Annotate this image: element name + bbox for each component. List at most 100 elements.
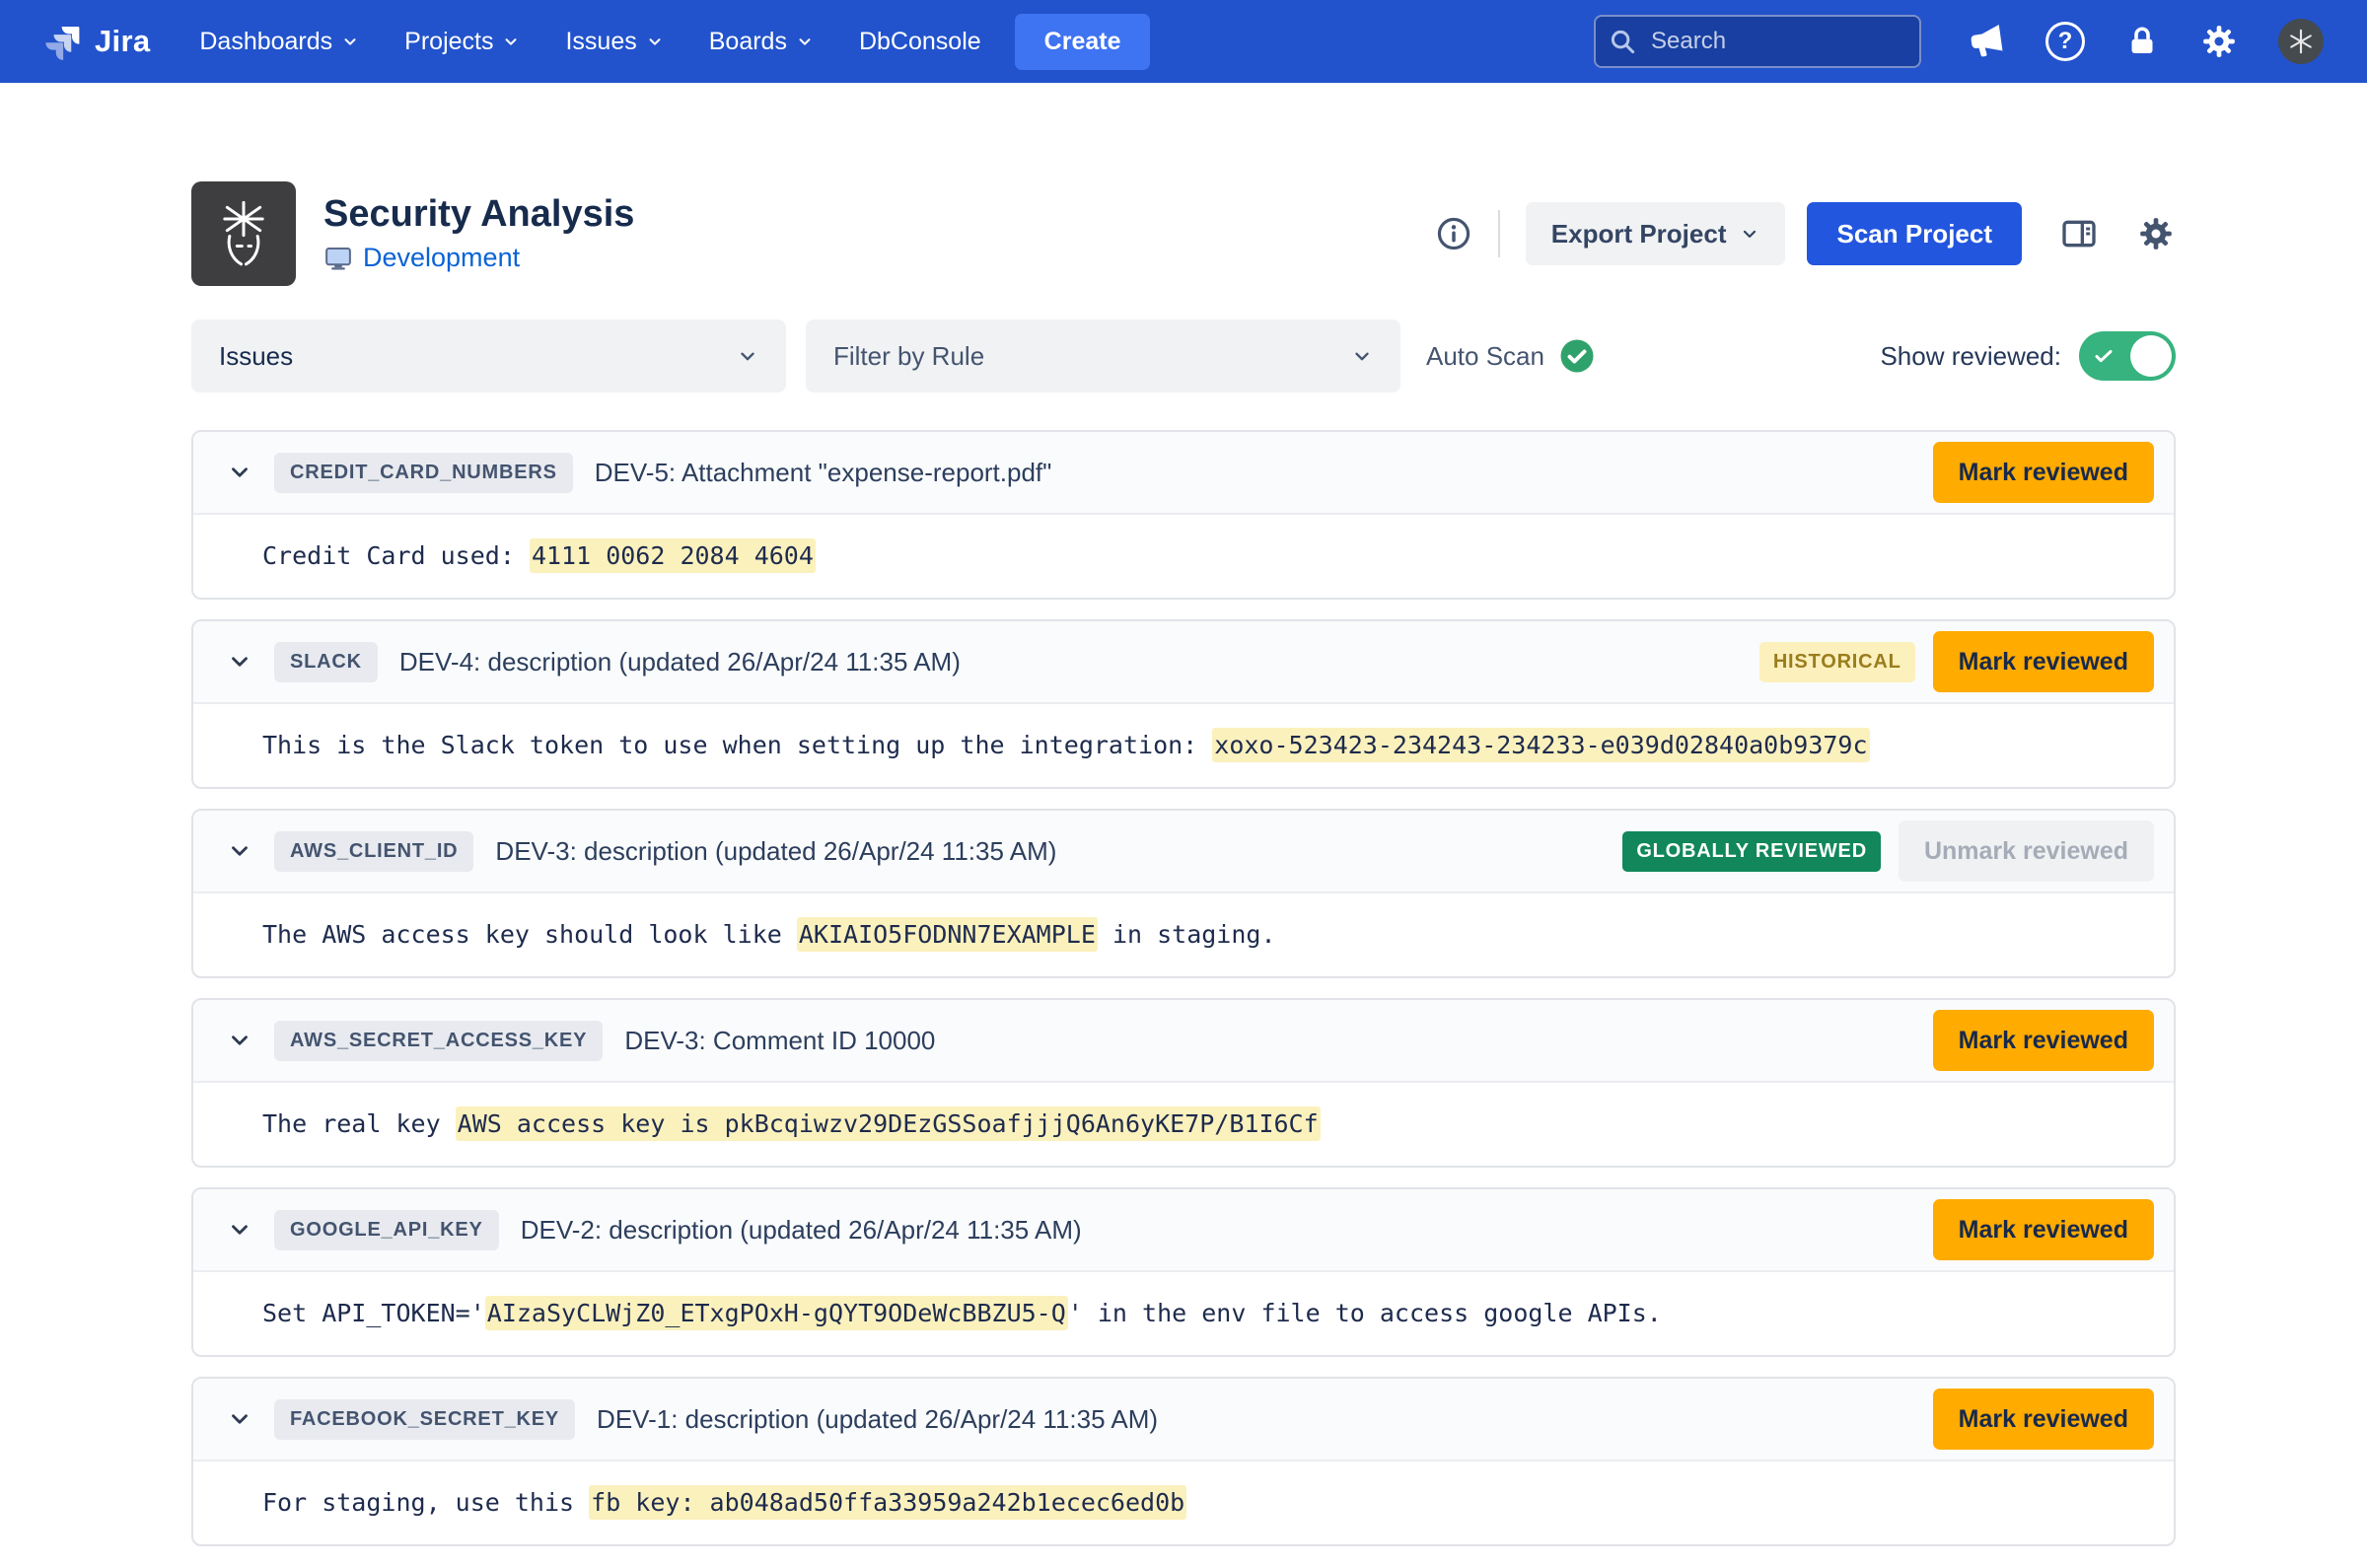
finding-card: CREDIT_CARD_NUMBERS DEV-5: Attachment "e… <box>191 430 2176 600</box>
nav-item-projects[interactable]: Projects <box>404 28 520 56</box>
finding-secret: xoxo-523423-234243-234233-e039d02840a0b9… <box>1212 728 1869 762</box>
chevron-down-icon <box>737 345 758 367</box>
finding-header: AWS_SECRET_ACCESS_KEY DEV-3: Comment ID … <box>193 1000 2174 1083</box>
rule-filter-select[interactable]: Filter by Rule <box>806 320 1400 392</box>
jira-mark-icon <box>43 22 83 61</box>
issues-select[interactable]: Issues <box>191 320 786 392</box>
finding-actions: HISTORICAL Mark reviewed <box>1759 631 2154 692</box>
finding-title: DEV-1: description (updated 26/Apr/24 11… <box>597 1404 1158 1435</box>
finding-secret: AKIAIO5FODNN7EXAMPLE <box>797 917 1098 952</box>
finding-title: DEV-4: description (updated 26/Apr/24 11… <box>399 647 961 677</box>
rule-badge: AWS_SECRET_ACCESS_KEY <box>274 1021 603 1061</box>
auto-scan-label: Auto Scan <box>1426 341 1544 372</box>
announcements-icon[interactable] <box>1967 22 2006 61</box>
finding-body: The AWS access key should look like AKIA… <box>193 893 2174 976</box>
chevron-down-icon <box>1740 224 1759 244</box>
create-button[interactable]: Create <box>1015 14 1151 70</box>
finding-text-pre: Set API_TOKEN=' <box>262 1299 485 1327</box>
finding-body: For staging, use this fb key: ab048ad50f… <box>193 1461 2174 1544</box>
collapse-chevron-icon[interactable] <box>227 838 252 864</box>
finding-actions: Mark reviewed <box>1933 1389 2154 1450</box>
chevron-down-icon <box>502 33 520 50</box>
finding-secret: fb key: ab048ad50ffa33959a242b1ecec6ed0b <box>589 1485 1186 1520</box>
app-avatar-art-icon <box>204 194 283 273</box>
finding-secret: AWS access key is pkBcqiwzv29DEzGSSoafjj… <box>456 1106 1321 1141</box>
settings-gear-icon[interactable] <box>2199 22 2239 61</box>
chevron-down-icon <box>646 33 664 50</box>
search-box <box>1594 15 1921 68</box>
chevron-down-icon <box>796 33 814 50</box>
unmark-reviewed-button[interactable]: Unmark reviewed <box>1899 820 2154 882</box>
nav-item-label: Issues <box>565 28 636 56</box>
main-content: Security Analysis Development <box>191 83 2176 1568</box>
finding-actions: Mark reviewed <box>1933 1010 2154 1071</box>
nav-item-label: Dashboards <box>199 28 332 56</box>
top-nav: Jira Dashboards Projects Issues Boards D… <box>0 0 2367 83</box>
user-avatar[interactable] <box>2278 19 2324 64</box>
mark-reviewed-button[interactable]: Mark reviewed <box>1933 1199 2154 1260</box>
findings-list: CREDIT_CARD_NUMBERS DEV-5: Attachment "e… <box>191 430 2176 1568</box>
mark-reviewed-button[interactable]: Mark reviewed <box>1933 1389 2154 1450</box>
finding-header: FACEBOOK_SECRET_KEY DEV-1: description (… <box>193 1379 2174 1461</box>
mark-reviewed-button[interactable]: Mark reviewed <box>1933 1010 2154 1071</box>
nav-menu: Dashboards Projects Issues Boards DbCons… <box>199 28 980 56</box>
auto-scan-status: Auto Scan <box>1426 338 1595 374</box>
historical-badge: HISTORICAL <box>1759 642 1915 682</box>
page-header: Security Analysis Development <box>191 181 2176 286</box>
rule-badge: FACEBOOK_SECRET_KEY <box>274 1399 575 1440</box>
nav-item-issues[interactable]: Issues <box>565 28 663 56</box>
nav-item-label: Boards <box>709 28 787 56</box>
collapse-chevron-icon[interactable] <box>227 460 252 485</box>
detail-view-icon[interactable] <box>2059 214 2099 253</box>
toggle-check-icon <box>2092 344 2116 368</box>
header-actions: Export Project Scan Project <box>1435 202 2176 265</box>
rule-badge: SLACK <box>274 642 378 682</box>
collapse-chevron-icon[interactable] <box>227 649 252 675</box>
help-icon[interactable]: ? <box>2045 22 2085 61</box>
jira-logo[interactable]: Jira <box>43 22 150 61</box>
mark-reviewed-button[interactable]: Mark reviewed <box>1933 442 2154 503</box>
mark-reviewed-button[interactable]: Mark reviewed <box>1933 631 2154 692</box>
project-line: Development <box>323 243 634 273</box>
chevron-down-icon <box>341 33 359 50</box>
lock-icon[interactable] <box>2124 24 2160 59</box>
search-input[interactable] <box>1594 15 1921 68</box>
finding-body: The real key AWS access key is pkBcqiwzv… <box>193 1083 2174 1166</box>
finding-actions: Mark reviewed <box>1933 1199 2154 1260</box>
rule-badge: AWS_CLIENT_ID <box>274 831 473 872</box>
finding-title: DEV-2: description (updated 26/Apr/24 11… <box>521 1215 1082 1246</box>
finding-card: SLACK DEV-4: description (updated 26/Apr… <box>191 619 2176 789</box>
app-avatar <box>191 181 296 286</box>
finding-title: DEV-3: Comment ID 10000 <box>624 1026 935 1056</box>
finding-secret: 4111 0062 2084 4604 <box>530 538 816 573</box>
issues-select-value: Issues <box>219 341 293 372</box>
collapse-chevron-icon[interactable] <box>227 1406 252 1432</box>
nav-item-boards[interactable]: Boards <box>709 28 814 56</box>
rule-badge: GOOGLE_API_KEY <box>274 1210 499 1250</box>
finding-text-post: ' in the env file to access google APIs. <box>1068 1299 1662 1327</box>
scan-project-button[interactable]: Scan Project <box>1807 202 2022 265</box>
show-reviewed-label: Show reviewed: <box>1880 341 2061 372</box>
collapse-chevron-icon[interactable] <box>227 1028 252 1053</box>
finding-card: GOOGLE_API_KEY DEV-2: description (updat… <box>191 1187 2176 1357</box>
finding-card: AWS_SECRET_ACCESS_KEY DEV-3: Comment ID … <box>191 998 2176 1168</box>
show-reviewed-toggle[interactable] <box>2079 331 2176 381</box>
brand-name: Jira <box>95 24 150 59</box>
export-project-button[interactable]: Export Project <box>1526 202 1786 265</box>
project-link[interactable]: Development <box>363 243 520 273</box>
chevron-down-icon <box>1351 345 1373 367</box>
nav-item-label: Projects <box>404 28 493 56</box>
finding-text-pre: The real key <box>262 1109 456 1138</box>
page-settings-gear-icon[interactable] <box>2136 214 2176 253</box>
rule-badge: CREDIT_CARD_NUMBERS <box>274 453 573 493</box>
check-circle-icon <box>1559 338 1595 374</box>
nav-item-dbconsole[interactable]: DbConsole <box>859 28 981 56</box>
finding-secret: AIzaSyCLWjZ0_ETxgPOxH-gQYT9ODeWcBBZU5-Q <box>485 1296 1068 1330</box>
export-project-label: Export Project <box>1551 219 1727 249</box>
finding-body: Credit Card used: 4111 0062 2084 4604 <box>193 515 2174 598</box>
nav-item-dashboards[interactable]: Dashboards <box>199 28 359 56</box>
collapse-chevron-icon[interactable] <box>227 1217 252 1243</box>
info-icon[interactable] <box>1435 215 1472 252</box>
finding-header: GOOGLE_API_KEY DEV-2: description (updat… <box>193 1189 2174 1272</box>
finding-body: Set API_TOKEN='AIzaSyCLWjZ0_ETxgPOxH-gQY… <box>193 1272 2174 1355</box>
